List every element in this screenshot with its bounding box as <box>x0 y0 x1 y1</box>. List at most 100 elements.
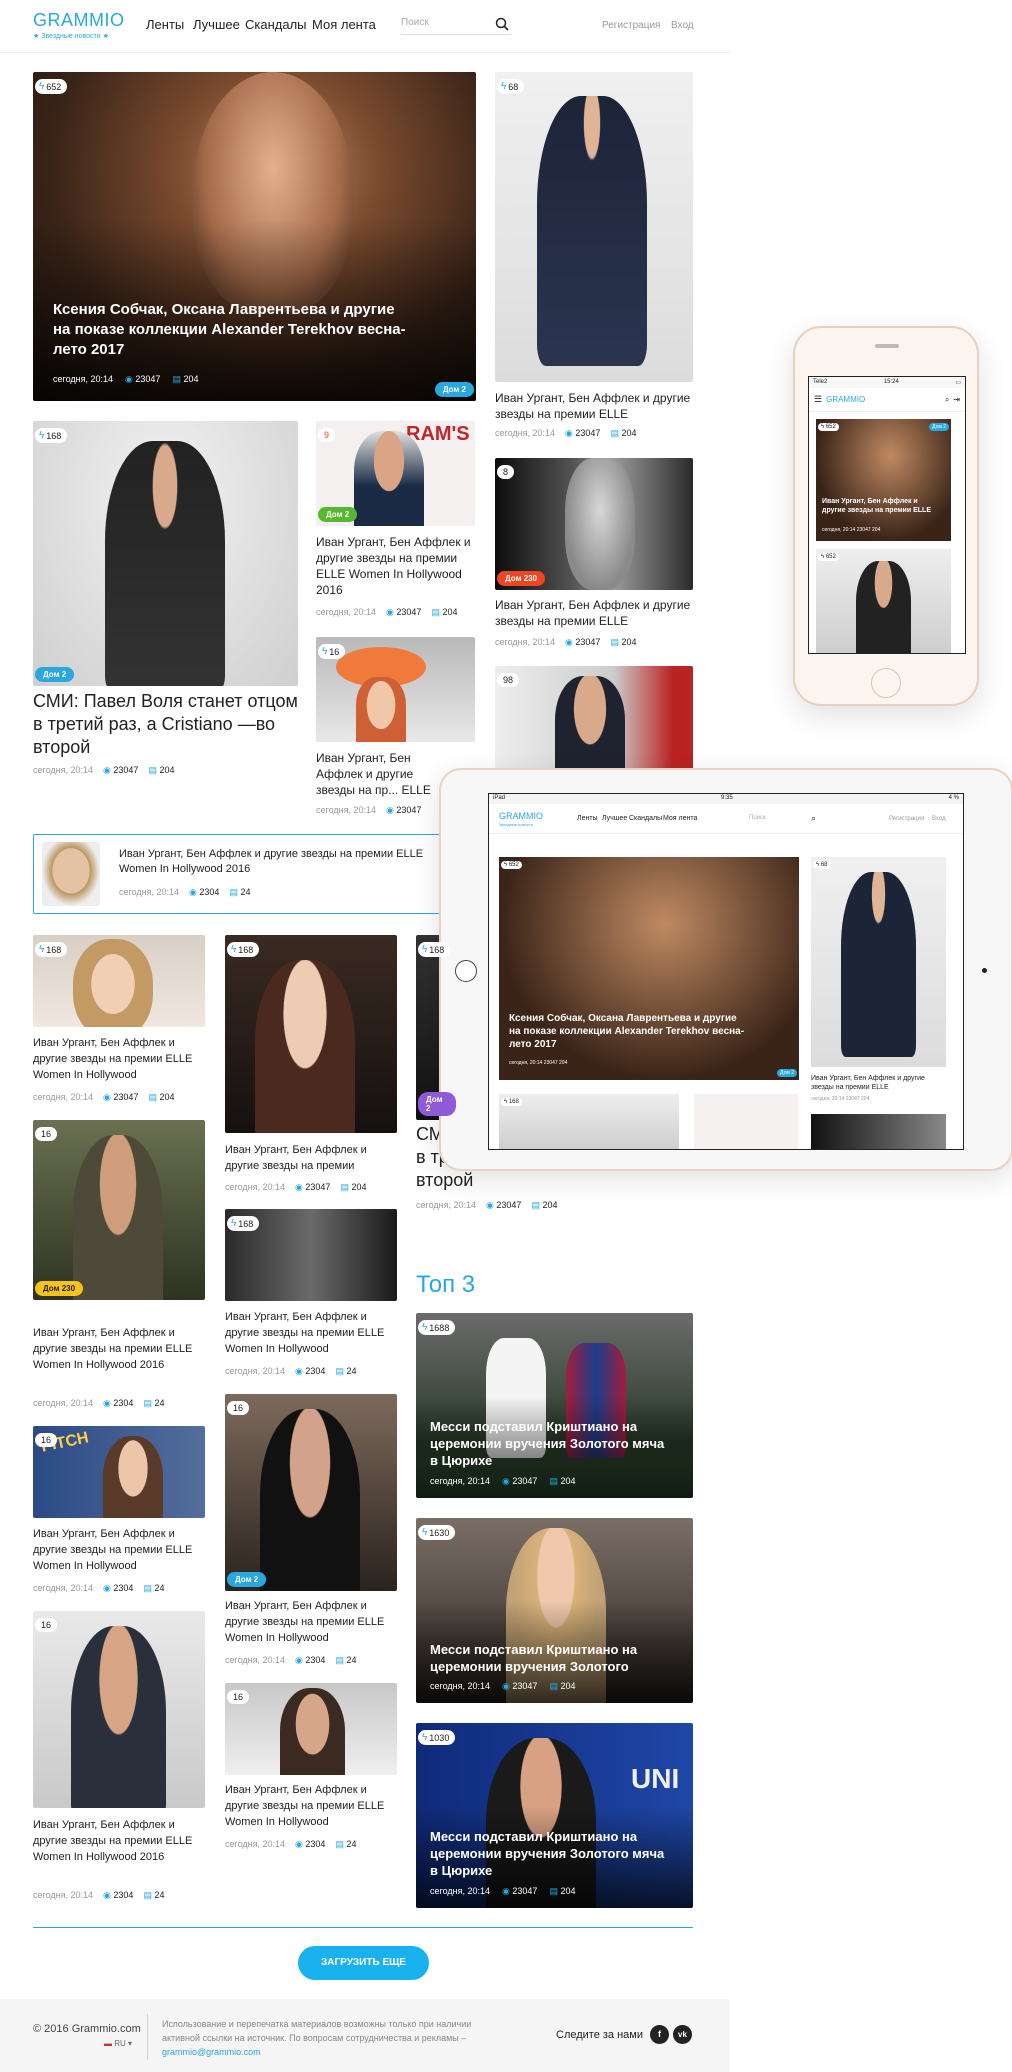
post-g2[interactable]: ϟ 168 <box>225 935 397 1133</box>
phone-screen: Tele2 15:24 ▭ ☰ GRAMMIO ⌕ ⇥ ϟ 652 Дом 2 Ив… <box>808 376 966 654</box>
home-button[interactable] <box>455 960 477 982</box>
post-g5[interactable]: ϟ 168 <box>225 1209 397 1301</box>
post-g8[interactable]: 16 <box>33 1611 205 1808</box>
post-g7-title[interactable]: Иван Ургант, Бен Аффлек и другие звезды … <box>225 1598 397 1646</box>
post-g6[interactable]: PITCH 16 <box>33 1426 205 1518</box>
post-g1[interactable]: ϟ 168 <box>33 935 205 1027</box>
nav-feeds[interactable]: Ленты <box>146 17 184 32</box>
bw-tag[interactable]: Дом 230 <box>497 571 546 586</box>
top3-item-3[interactable]: UNI ϟ 1030 Месси подставил Криштиано на ц… <box>416 1723 693 1908</box>
bolt-icon: ϟ <box>39 430 45 441</box>
inline-title[interactable]: Иван Ургант, Бен Аффлек и другие звезды … <box>119 847 439 877</box>
comment-icon: ▤ <box>340 1182 349 1192</box>
post-volya-title[interactable]: СМИ: Павел Воля станет отцом в третий ра… <box>33 690 298 759</box>
post-bw[interactable]: 8 Дом 230 <box>495 458 693 590</box>
eye-icon: ◉ <box>103 1092 111 1102</box>
copyright: © 2016 Grammio.com <box>33 2023 141 2035</box>
bolt-icon: ϟ <box>231 1218 237 1229</box>
g3-tag[interactable]: Дом 2 <box>418 1092 456 1116</box>
bolt-icon: ϟ <box>39 81 45 92</box>
vk-icon[interactable]: vk <box>673 2025 692 2044</box>
top3-item-1[interactable]: ϟ 1688 Месси подставил Криштиано на церем… <box>416 1313 693 1498</box>
eye-icon: ◉ <box>103 1583 111 1593</box>
search-icon[interactable]: ⌕ <box>811 813 816 824</box>
search-icon[interactable] <box>495 17 509 31</box>
eye-icon: ◉ <box>295 1839 303 1849</box>
hero-title[interactable]: Ксения Собчак, Оксана Лаврентьева и друг… <box>53 300 413 360</box>
redhead-photo <box>356 677 406 742</box>
post-redhead-title[interactable]: Иван Ургант, Бен Аффлек и другие звезды … <box>316 750 444 798</box>
post-g8-title[interactable]: Иван Ургант, Бен Аффлек и другие звезды … <box>33 1817 205 1865</box>
eye-icon: ◉ <box>103 1890 111 1900</box>
post-ryan[interactable]: 98 <box>495 666 693 776</box>
g7-tag[interactable]: Дом 2 <box>227 1572 267 1587</box>
inline-post[interactable]: Иван Ургант, Бен Аффлек и другие звезды … <box>33 834 453 914</box>
hero-tag[interactable]: Дом 2 <box>434 382 474 397</box>
comment-icon: ▤ <box>531 1200 540 1210</box>
post-g2-title[interactable]: Иван Ургант, Бен Аффлек и другие звезды … <box>225 1142 397 1174</box>
comment-icon: ▤ <box>143 1583 152 1593</box>
post-redhead[interactable]: ϟ 16 <box>316 637 475 742</box>
post-urgant-a-title[interactable]: Иван Ургант, Бен Аффлек и другие звезды … <box>495 390 693 422</box>
eye-icon: ◉ <box>103 1398 111 1408</box>
language-select[interactable]: ▬ RU ▾ <box>104 2039 132 2048</box>
eye-icon: ◉ <box>189 887 197 897</box>
views: ◉ 23047 <box>125 374 161 384</box>
footer: © 2016 Grammio.com ▬ RU ▾ Использование … <box>0 1999 730 2072</box>
bolt-icon: ϟ <box>501 81 507 92</box>
hero-post[interactable]: ϟ 652 Ксения Собчак, Оксана Лаврентьева и… <box>33 72 476 401</box>
bolt-icon: ϟ <box>422 1322 428 1333</box>
post-volya[interactable]: ϟ 168 Дом 2 <box>33 421 298 686</box>
tablet-side-post[interactable]: ϟ 68 <box>811 857 946 1067</box>
login-link[interactable]: Вход <box>671 20 694 31</box>
post-g4[interactable]: 16 Дом 230 <box>33 1120 205 1300</box>
bolt-icon: ϟ <box>231 944 237 955</box>
eye-icon: ◉ <box>565 637 573 647</box>
eye-icon: ◉ <box>502 1886 510 1896</box>
search-icon[interactable]: ⌕ <box>945 395 949 405</box>
volya-tag[interactable]: Дом 2 <box>35 667 75 682</box>
nav-best[interactable]: Лучшее <box>193 17 240 32</box>
logo[interactable]: GRAMMIO ★ Звездные новости ★ <box>33 11 125 41</box>
g4-tag[interactable]: Дом 230 <box>35 1281 84 1296</box>
post-g5-title[interactable]: Иван Ургант, Бен Аффлек и другие звезды … <box>225 1309 397 1357</box>
nav-scandals[interactable]: Скандалы <box>245 17 307 32</box>
post-g6-title[interactable]: Иван Ургант, Бен Аффлек и другие звезды … <box>33 1526 205 1574</box>
chevron-down-icon: ▾ <box>128 2039 133 2048</box>
comment-icon: ▤ <box>431 607 440 617</box>
eye-icon: ◉ <box>486 1200 494 1210</box>
menu-icon[interactable]: ☰ <box>814 394 822 405</box>
eye-icon: ◉ <box>125 374 133 384</box>
post-g1-title[interactable]: Иван Ургант, Бен Аффлек и другие звезды … <box>33 1035 205 1083</box>
post-ivan-title[interactable]: Иван Ургант, Бен Аффлек и другие звезды … <box>316 534 475 598</box>
post-g4-title[interactable]: Иван Ургант, Бен Аффлек и другие звезды … <box>33 1325 205 1373</box>
bolt-icon: ϟ <box>422 1732 428 1743</box>
post-g9[interactable]: 16 <box>225 1683 397 1775</box>
phone-post-1[interactable]: ϟ 652 Дом 2 Иван Ургант, Бен Аффлек и др… <box>816 419 951 541</box>
nav-my-feed[interactable]: Моя лента <box>312 17 376 32</box>
email-link[interactable]: grammio@grammio.com <box>162 2047 261 2057</box>
comments: ▤ 204 <box>172 374 199 384</box>
comment-icon: ▤ <box>335 1655 344 1665</box>
tablet-hero[interactable]: ϟ 652 Ксения Собчак, Оксана Лаврентьева … <box>499 857 799 1080</box>
home-button[interactable] <box>871 668 901 698</box>
comment-icon: ▤ <box>549 1476 558 1486</box>
login-icon[interactable]: ⇥ <box>953 395 960 404</box>
post-g7[interactable]: 16 Дом 2 <box>225 1394 397 1591</box>
load-more-button[interactable]: ЗАГРУЗИТЬ ЕЩЕ <box>298 1946 429 1980</box>
phone-mockup: Tele2 15:24 ▭ ☰ GRAMMIO ⌕ ⇥ ϟ 652 Дом 2 Ив… <box>793 326 979 706</box>
facebook-icon[interactable]: f <box>650 2025 669 2044</box>
post-ivan[interactable]: RAM'S 9 Дом 2 <box>316 421 475 526</box>
top3-item-2[interactable]: ϟ 1630 Месси подставил Криштиано на церем… <box>416 1518 693 1703</box>
eye-icon: ◉ <box>295 1182 303 1192</box>
battery-icon: ▭ <box>955 380 961 386</box>
ryan-photo <box>555 676 625 776</box>
post-bw-title[interactable]: Иван Ургант, Бен Аффлек и другие звезды … <box>495 597 693 629</box>
bolt-icon: ϟ <box>39 944 45 955</box>
post-urgant-a[interactable]: ϟ 68 <box>495 72 693 382</box>
post-g9-title[interactable]: Иван Ургант, Бен Аффлек и другие звезды … <box>225 1782 397 1830</box>
ivan-tag[interactable]: Дом 2 <box>318 507 358 522</box>
register-link[interactable]: Регистрация <box>602 20 660 31</box>
phone-post-2[interactable]: ϟ 652 <box>816 549 951 653</box>
ivan-photo <box>354 431 424 526</box>
